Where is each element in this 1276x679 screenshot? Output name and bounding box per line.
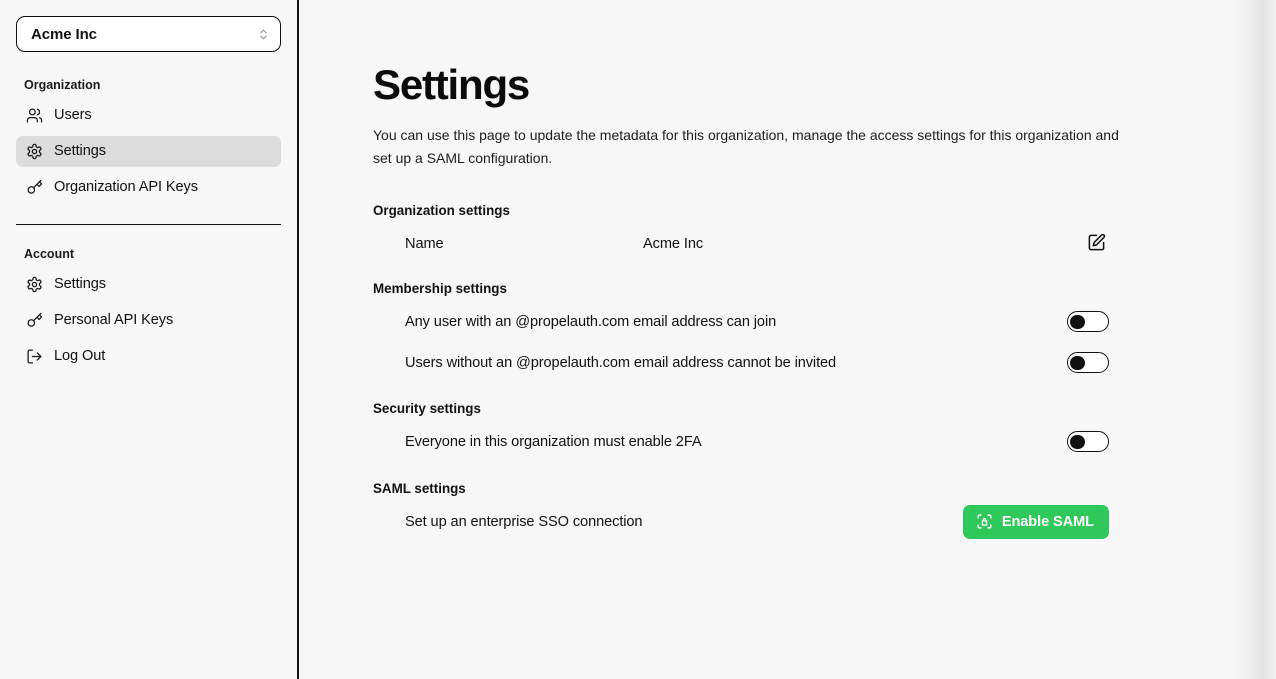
- sidebar-item-label: Organization API Keys: [54, 179, 198, 196]
- sidebar: Acme Inc Organization Users Settings Org…: [0, 0, 299, 679]
- security-row-label: Everyone in this organization must enabl…: [405, 433, 702, 450]
- sidebar-item-personal-api-keys[interactable]: Personal API Keys: [16, 305, 281, 336]
- key-icon: [25, 312, 43, 330]
- saml-row-sso: Set up an enterprise SSO connection Enab…: [373, 503, 1119, 541]
- toggle-require-2fa[interactable]: [1067, 431, 1109, 453]
- sidebar-item-label: Settings: [54, 143, 106, 160]
- section-security-settings: Security settings Everyone in this organ…: [373, 401, 1119, 461]
- sidebar-item-settings[interactable]: Settings: [16, 136, 281, 167]
- section-title: SAML settings: [373, 480, 466, 496]
- page-description: You can use this page to update the meta…: [373, 127, 1119, 166]
- key-icon: [25, 179, 43, 197]
- membership-row-domain-join: Any user with an @propelauth.com email a…: [373, 303, 1119, 341]
- org-selector[interactable]: Acme Inc: [16, 16, 281, 52]
- sidebar-item-label: Log Out: [54, 348, 106, 365]
- scan-face-lock-icon: [976, 513, 993, 530]
- nav-group-title-account: Account: [24, 247, 74, 261]
- sidebar-item-account-settings[interactable]: Settings: [16, 269, 281, 300]
- right-edge-shadow: [1230, 0, 1276, 679]
- enable-saml-button[interactable]: Enable SAML: [962, 504, 1109, 539]
- sidebar-item-label: Users: [54, 107, 92, 124]
- log-out-icon: [25, 348, 43, 366]
- toggle-knob: [1070, 355, 1085, 371]
- membership-row-invite-restriction: Users without an @propelauth.com email a…: [373, 344, 1119, 382]
- toggle-knob: [1070, 314, 1085, 330]
- toggle-invite-restriction[interactable]: [1067, 352, 1109, 374]
- gear-icon: [25, 276, 43, 294]
- section-membership-settings: Membership settings Any user with an @pr…: [373, 281, 1119, 382]
- nav-group-account: Account Settings Personal API Keys Log O…: [16, 247, 281, 377]
- edit-square-pen-icon: [1087, 233, 1106, 255]
- saml-row-label: Set up an enterprise SSO connection: [405, 513, 643, 530]
- section-organization-settings: Organization settings Name Acme Inc: [373, 203, 1119, 263]
- section-saml-settings: SAML settings Set up an enterprise SSO c…: [373, 481, 1119, 541]
- sidebar-item-label: Personal API Keys: [54, 312, 174, 329]
- org-selector-value: Acme Inc: [31, 25, 97, 43]
- nav-group-organization: Organization Users Settings Organization…: [16, 78, 281, 208]
- sidebar-item-label: Settings: [54, 276, 106, 293]
- sidebar-item-users[interactable]: Users: [16, 100, 281, 131]
- edit-organization-name-button[interactable]: [1083, 231, 1109, 257]
- security-row-2fa: Everyone in this organization must enabl…: [373, 423, 1119, 461]
- toggle-domain-can-join[interactable]: [1067, 311, 1109, 333]
- main-content: Settings You can use this page to update…: [299, 0, 1276, 679]
- gear-icon: [25, 143, 43, 161]
- chevrons-up-down-icon: [257, 28, 270, 41]
- page-title: Settings: [373, 61, 530, 108]
- sidebar-item-log-out[interactable]: Log Out: [16, 341, 281, 372]
- sidebar-item-organization-api-keys[interactable]: Organization API Keys: [16, 172, 281, 203]
- nav-group-title-organization: Organization: [24, 78, 101, 92]
- app-root: Acme Inc Organization Users Settings Org…: [0, 0, 1276, 679]
- organization-name-row: Name Acme Inc: [373, 225, 1119, 263]
- organization-name-value: Acme Inc: [643, 235, 704, 252]
- enable-saml-button-label: Enable SAML: [1001, 513, 1094, 530]
- section-title: Membership settings: [373, 280, 507, 296]
- organization-name-label: Name: [405, 235, 444, 252]
- users-icon: [25, 107, 43, 125]
- toggle-knob: [1070, 434, 1085, 450]
- sidebar-divider: [16, 224, 281, 225]
- membership-row-label: Users without an @propelauth.com email a…: [405, 354, 837, 371]
- section-title: Security settings: [373, 400, 481, 416]
- section-title: Organization settings: [373, 202, 510, 218]
- membership-row-label: Any user with an @propelauth.com email a…: [405, 313, 777, 330]
